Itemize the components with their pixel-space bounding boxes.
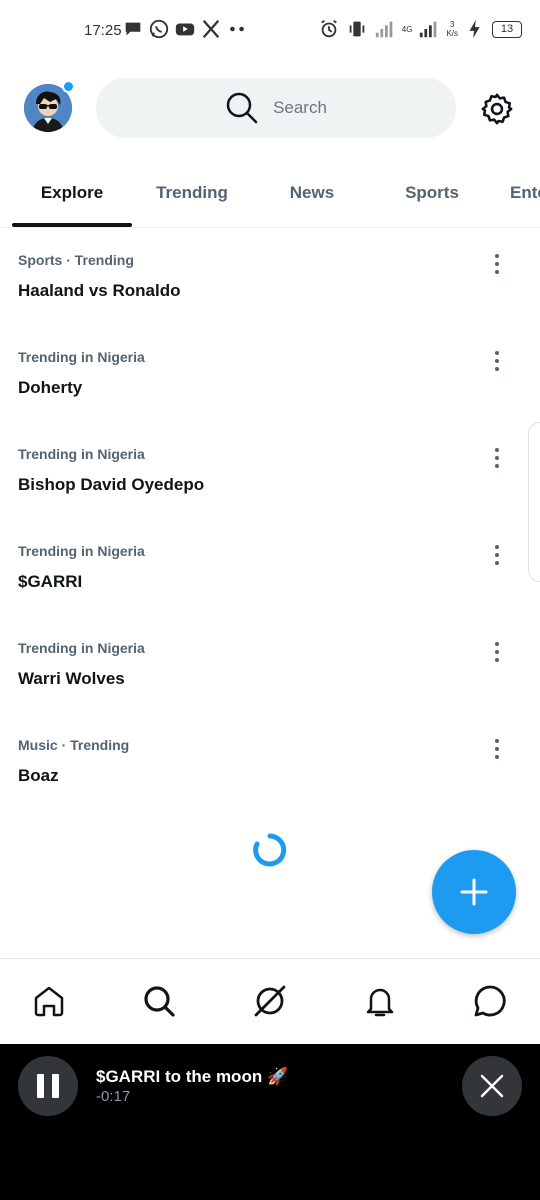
plus-icon (460, 878, 488, 906)
player-title: $GARRI to the moon 🚀 (96, 1067, 289, 1086)
messages-icon[interactable] (472, 983, 508, 1019)
close-icon (480, 1074, 504, 1098)
top-header: Search (0, 76, 540, 140)
status-system-icons: 4G 3 K/s 13 (318, 18, 522, 40)
pause-button[interactable] (18, 1056, 78, 1116)
battery-indicator: 13 (492, 20, 522, 38)
network-speed-unit: K/s (446, 29, 458, 38)
list-item[interactable]: Trending in Nigeria $GARRI (0, 521, 540, 618)
search-bar[interactable]: Search (96, 78, 456, 138)
loading-spinner-icon (253, 833, 287, 867)
status-time: 17:25 (84, 22, 122, 39)
trend-title: Doherty (18, 378, 83, 397)
tab-news[interactable]: News (252, 158, 372, 227)
trend-context: Sports · Trending (18, 252, 134, 268)
vibrate-icon (349, 21, 365, 37)
trend-context: Trending in Nigeria (18, 640, 145, 656)
search-icon (226, 92, 258, 124)
more-options-icon[interactable] (485, 737, 509, 761)
trend-context: Trending in Nigeria (18, 349, 145, 365)
more-options-icon[interactable] (485, 252, 509, 276)
more-options-icon[interactable] (485, 349, 509, 373)
trend-context: Music · Trending (18, 737, 130, 753)
trend-title: Boaz (18, 766, 59, 785)
edge-panel-handle[interactable] (528, 422, 540, 582)
trend-title: $GARRI (18, 572, 83, 591)
network-speed-value: 3 (449, 20, 455, 29)
status-bar: 17:25 4G 3 K/s 13 (0, 0, 540, 60)
pause-icon (52, 1074, 59, 1098)
trend-title: Haaland vs Ronaldo (18, 281, 181, 300)
charging-icon (469, 19, 480, 39)
trends-list: Sports · Trending Haaland vs Ronaldo Tre… (0, 230, 540, 812)
grok-icon[interactable] (252, 983, 288, 1019)
more-options-icon[interactable] (485, 446, 509, 470)
whatsapp-icon (149, 19, 169, 39)
trend-title: Bishop David Oyedepo (18, 475, 205, 494)
list-item[interactable]: Trending in Nigeria Bishop David Oyedepo (0, 424, 540, 521)
signal-icon (375, 21, 393, 38)
list-item[interactable]: Trending in Nigeria Doherty (0, 327, 540, 424)
list-item[interactable]: Trending in Nigeria Warri Wolves (0, 618, 540, 715)
home-icon[interactable] (31, 983, 67, 1019)
list-item[interactable]: Sports · Trending Haaland vs Ronaldo (0, 230, 540, 327)
status-notification-icons (122, 18, 248, 40)
tab-trending[interactable]: Trending (132, 158, 252, 227)
tab-explore[interactable]: Explore (12, 158, 132, 227)
compose-post-button[interactable] (432, 850, 516, 934)
message-icon (125, 22, 141, 36)
more-dots-icon (230, 26, 244, 32)
network-type: 4G (401, 24, 413, 34)
signal-icon (420, 21, 437, 38)
pause-icon (37, 1074, 44, 1098)
more-options-icon[interactable] (485, 640, 509, 664)
active-tab-indicator (12, 223, 132, 227)
tab-entertainment[interactable]: Ente (492, 158, 540, 227)
trend-context: Trending in Nigeria (18, 543, 145, 559)
youtube-icon (175, 23, 195, 36)
list-item[interactable]: Music · Trending Boaz (0, 715, 540, 812)
notification-dot (62, 80, 75, 93)
notifications-icon[interactable] (362, 983, 398, 1019)
search-icon[interactable] (141, 983, 177, 1019)
settings-gear-icon[interactable] (480, 92, 514, 126)
tab-sports[interactable]: Sports (372, 158, 492, 227)
alarm-icon (320, 19, 337, 38)
media-player-bar: $GARRI to the moon 🚀 -0:17 (0, 1044, 540, 1200)
network-speed: 3 K/s (446, 20, 458, 38)
trend-title: Warri Wolves (18, 669, 125, 688)
explore-tabs: Explore Trending News Sports Ente (0, 158, 540, 228)
x-icon (202, 19, 220, 39)
more-options-icon[interactable] (485, 543, 509, 567)
trend-context: Trending in Nigeria (18, 446, 145, 462)
close-player-button[interactable] (462, 1056, 522, 1116)
player-time: -0:17 (96, 1088, 131, 1105)
bottom-navigation (0, 958, 540, 1044)
search-placeholder: Search (273, 98, 327, 117)
